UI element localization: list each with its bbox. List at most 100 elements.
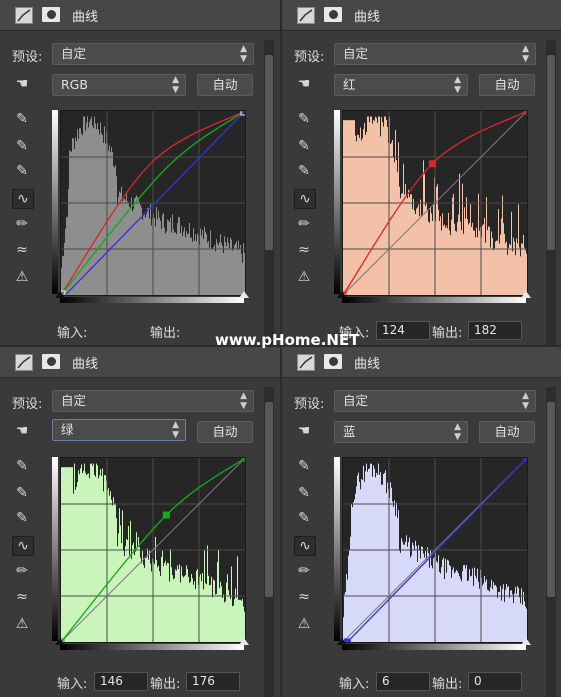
output-field[interactable]: 182 xyxy=(468,321,522,340)
curves-adjustment-icon[interactable] xyxy=(297,354,315,371)
histogram-bar xyxy=(140,557,141,642)
panel-scrollbar[interactable] xyxy=(264,387,274,697)
histogram-bar xyxy=(513,237,514,295)
black-point-eyedropper-icon[interactable]: ✎ xyxy=(294,110,314,128)
preset-select[interactable]: 自定 ▲ ▼ xyxy=(334,43,536,65)
pencil-draw-icon[interactable]: ✏ xyxy=(294,215,314,233)
histogram-bar xyxy=(244,252,245,295)
smooth-curve-icon[interactable]: ≈ xyxy=(12,588,32,606)
curve-point-tool-icon[interactable]: ∿ xyxy=(12,189,34,209)
pencil-draw-icon[interactable]: ✏ xyxy=(12,215,32,233)
histogram-bar xyxy=(88,127,89,295)
histogram-bar xyxy=(479,230,480,295)
smooth-curve-icon[interactable]: ≈ xyxy=(294,241,314,259)
histogram-bar xyxy=(407,198,408,295)
gray-point-eyedropper-icon[interactable]: ✎ xyxy=(294,484,314,502)
preset-select[interactable]: 自定 ▲ ▼ xyxy=(334,390,536,412)
output-field[interactable]: 0 xyxy=(468,672,522,691)
histogram-bar xyxy=(508,586,509,642)
white-input-slider[interactable] xyxy=(239,638,249,645)
smooth-curve-icon[interactable]: ≈ xyxy=(12,241,32,259)
mask-icon[interactable] xyxy=(324,7,342,22)
white-point-eyedropper-icon[interactable]: ✎ xyxy=(294,162,314,180)
channel-select[interactable]: 绿 ▲ ▼ xyxy=(52,419,186,441)
auto-button[interactable]: 自动 xyxy=(479,74,535,96)
curves-adjustment-icon[interactable] xyxy=(15,7,33,24)
histogram-bar xyxy=(78,470,79,642)
input-field[interactable]: 6 xyxy=(376,672,430,691)
black-point-eyedropper-icon[interactable]: ✎ xyxy=(294,457,314,475)
histogram-bar xyxy=(213,579,214,642)
input-field[interactable]: 146 xyxy=(94,672,148,691)
histogram-bar xyxy=(151,571,152,642)
black-input-slider[interactable] xyxy=(337,638,347,645)
histogram-bar xyxy=(466,197,467,295)
auto-button[interactable]: 自动 xyxy=(197,421,253,443)
clipping-warning-icon[interactable]: ⚠ xyxy=(294,268,314,286)
histogram-bar xyxy=(473,585,474,642)
panel-header: 曲线 xyxy=(282,347,561,378)
white-point-eyedropper-icon[interactable]: ✎ xyxy=(12,162,32,180)
preset-select[interactable]: 自定 ▲ ▼ xyxy=(52,390,254,412)
clipping-warning-icon[interactable]: ⚠ xyxy=(12,268,32,286)
panel-scrollbar[interactable] xyxy=(546,40,556,345)
histogram-bar xyxy=(365,134,366,295)
curve-point-tool-icon[interactable]: ∿ xyxy=(12,536,34,556)
black-point-eyedropper-icon[interactable]: ✎ xyxy=(12,110,32,128)
white-input-slider[interactable] xyxy=(239,291,249,298)
target-adjust-hand-icon[interactable]: ☚ xyxy=(12,422,32,440)
histogram-bar xyxy=(443,225,444,295)
black-point-eyedropper-icon[interactable]: ✎ xyxy=(12,457,32,475)
updown-arrows-icon: ▲ ▼ xyxy=(172,75,179,95)
black-input-slider[interactable] xyxy=(55,291,65,298)
white-input-slider[interactable] xyxy=(521,291,531,298)
histogram-bar xyxy=(168,563,169,642)
curve-point-tool-icon[interactable]: ∿ xyxy=(294,189,316,209)
white-point-eyedropper-icon[interactable]: ✎ xyxy=(294,509,314,527)
pencil-draw-icon[interactable]: ✏ xyxy=(294,562,314,580)
histogram-bar xyxy=(501,218,502,295)
gray-point-eyedropper-icon[interactable]: ✎ xyxy=(294,137,314,155)
auto-button[interactable]: 自动 xyxy=(479,421,535,443)
mask-icon[interactable] xyxy=(42,354,60,369)
channel-select[interactable]: 红 ▲ ▼ xyxy=(334,74,468,96)
mask-icon[interactable] xyxy=(324,354,342,369)
smooth-curve-icon[interactable]: ≈ xyxy=(294,588,314,606)
preset-select[interactable]: 自定 ▲ ▼ xyxy=(52,43,254,65)
target-adjust-hand-icon[interactable]: ☚ xyxy=(294,422,314,440)
white-input-slider[interactable] xyxy=(521,638,531,645)
histogram-bar xyxy=(455,571,456,642)
histogram-bar xyxy=(401,538,402,642)
histogram-bar xyxy=(457,571,458,642)
pencil-draw-icon[interactable]: ✏ xyxy=(12,562,32,580)
mask-icon[interactable] xyxy=(42,7,60,22)
gray-point-eyedropper-icon[interactable]: ✎ xyxy=(12,137,32,155)
black-input-slider[interactable] xyxy=(337,291,347,298)
curves-adjustment-icon[interactable] xyxy=(15,354,33,371)
target-adjust-hand-icon[interactable]: ☚ xyxy=(12,75,32,93)
input-field[interactable]: 124 xyxy=(376,321,430,340)
output-field[interactable]: 176 xyxy=(186,672,240,691)
channel-select[interactable]: 蓝 ▲ ▼ xyxy=(334,421,468,443)
panel-scrollbar[interactable] xyxy=(264,40,274,345)
histogram-bar xyxy=(120,192,121,295)
channel-select[interactable]: RGB ▲ ▼ xyxy=(52,74,186,96)
histogram-bar xyxy=(515,255,516,295)
panel-scrollbar[interactable] xyxy=(546,387,556,697)
clipping-warning-icon[interactable]: ⚠ xyxy=(294,615,314,633)
gray-point-eyedropper-icon[interactable]: ✎ xyxy=(12,484,32,502)
histogram-bar xyxy=(89,478,90,642)
histogram-bar xyxy=(74,463,75,642)
white-point-eyedropper-icon[interactable]: ✎ xyxy=(12,509,32,527)
auto-button[interactable]: 自动 xyxy=(197,74,253,96)
curve-graph[interactable] xyxy=(60,110,246,296)
curve-graph[interactable] xyxy=(342,110,528,296)
clipping-warning-icon[interactable]: ⚠ xyxy=(12,615,32,633)
black-input-slider[interactable] xyxy=(55,638,65,645)
target-adjust-hand-icon[interactable]: ☚ xyxy=(294,75,314,93)
histogram-bar xyxy=(193,228,194,295)
curve-graph[interactable] xyxy=(60,457,246,643)
curve-point-tool-icon[interactable]: ∿ xyxy=(294,536,316,556)
curve-graph[interactable] xyxy=(342,457,528,643)
curves-adjustment-icon[interactable] xyxy=(297,7,315,24)
